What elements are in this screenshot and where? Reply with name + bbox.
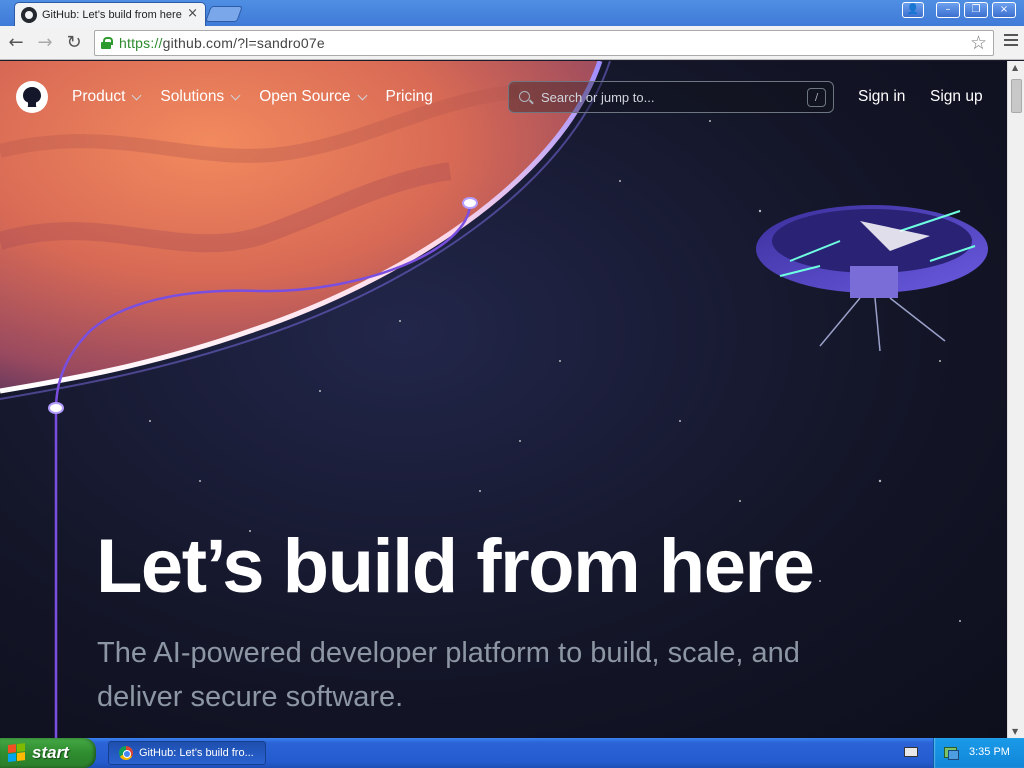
nav-solutions[interactable]: Solutions <box>160 88 241 106</box>
page-viewport: Product Solutions Open Source Pricing Se… <box>0 61 1007 738</box>
hero-title: Let’s build from here <box>96 524 815 609</box>
nav-solutions-label: Solutions <box>160 88 225 105</box>
back-arrow-icon[interactable]: ← <box>5 32 27 54</box>
nav-product[interactable]: Product <box>72 88 142 106</box>
nav-open-source-label: Open Source <box>259 88 351 105</box>
new-tab-button[interactable] <box>205 6 243 22</box>
sign-in-link[interactable]: Sign in <box>858 88 905 106</box>
scroll-thumb[interactable] <box>1011 79 1022 113</box>
github-header: Product Solutions Open Source Pricing Se… <box>0 61 1007 133</box>
tab-title: GitHub: Let’s build from here <box>42 8 182 21</box>
system-tray: 3:35 PM <box>933 738 1024 768</box>
user-profile-icon[interactable]: 👤 <box>902 2 924 18</box>
nav-open-source[interactable]: Open Source <box>259 88 367 106</box>
windows-flag-icon <box>8 743 26 763</box>
hero-subtitle: The AI-powered developer platform to bui… <box>97 637 800 713</box>
browser-titlebar: GitHub: Let’s build from here × 👤 – ❐ × <box>0 0 1024 26</box>
url-path: github.com/?l=sandro07e <box>162 35 325 51</box>
browser-toolbar: ← → ↻ https://github.com/?l=sandro07e ☆ <box>0 26 1024 60</box>
search-icon <box>519 91 530 102</box>
close-window-button[interactable]: × <box>992 2 1016 18</box>
tab-github[interactable]: GitHub: Let’s build from here × <box>14 2 206 26</box>
chevron-down-icon <box>131 90 142 100</box>
sign-up-link[interactable]: Sign up <box>930 88 983 106</box>
url-text[interactable]: https://github.com/?l=sandro07e <box>119 35 325 51</box>
chevron-down-icon <box>230 90 241 100</box>
search-shortcut-key: / <box>807 88 826 107</box>
nav-product-label: Product <box>72 88 126 105</box>
search-placeholder: Search or jump to... <box>541 90 655 105</box>
start-button[interactable]: start <box>0 738 96 768</box>
start-label: start <box>32 743 69 762</box>
chrome-icon <box>119 746 133 760</box>
search-input[interactable]: Search or jump to... / <box>508 81 834 113</box>
scroll-down-arrow-icon[interactable]: ▼ <box>1012 727 1018 736</box>
nav-pricing-label: Pricing <box>385 88 433 105</box>
keyboard-language-icon[interactable] <box>904 747 918 757</box>
chevron-down-icon <box>357 90 367 100</box>
drone-illustration <box>756 205 988 352</box>
scroll-up-arrow-icon[interactable]: ▲ <box>1012 63 1018 72</box>
url-scheme: https:// <box>119 35 163 51</box>
reload-icon[interactable]: ↻ <box>63 32 85 54</box>
restore-button[interactable]: ❐ <box>964 2 988 18</box>
bookmark-star-icon[interactable]: ☆ <box>970 32 987 54</box>
page-scrollbar[interactable]: ▲ ▼ <box>1007 61 1024 738</box>
minimize-button[interactable]: – <box>936 2 960 18</box>
nav-pricing[interactable]: Pricing <box>386 88 433 106</box>
taskbar: start GitHub: Let’s build fro... 3:35 PM <box>0 738 1024 768</box>
tab-close-icon[interactable]: × <box>187 6 198 21</box>
taskbar-item-chrome[interactable]: GitHub: Let’s build fro... <box>108 741 266 765</box>
browser-menu-icon[interactable] <box>1004 34 1018 48</box>
window-controls: 👤 – ❐ × <box>902 2 1016 18</box>
taskbar-item-label: GitHub: Let’s build fro... <box>139 747 254 759</box>
forward-arrow-icon[interactable]: → <box>34 32 56 54</box>
address-bar[interactable]: https://github.com/?l=sandro07e ☆ <box>94 30 994 56</box>
lock-icon <box>101 37 113 49</box>
github-logo-icon[interactable] <box>16 81 48 113</box>
clock[interactable]: 3:35 PM <box>969 746 1010 758</box>
github-favicon-icon <box>21 6 37 23</box>
network-icon[interactable] <box>943 745 959 760</box>
github-main-nav: Product Solutions Open Source Pricing <box>72 88 453 106</box>
